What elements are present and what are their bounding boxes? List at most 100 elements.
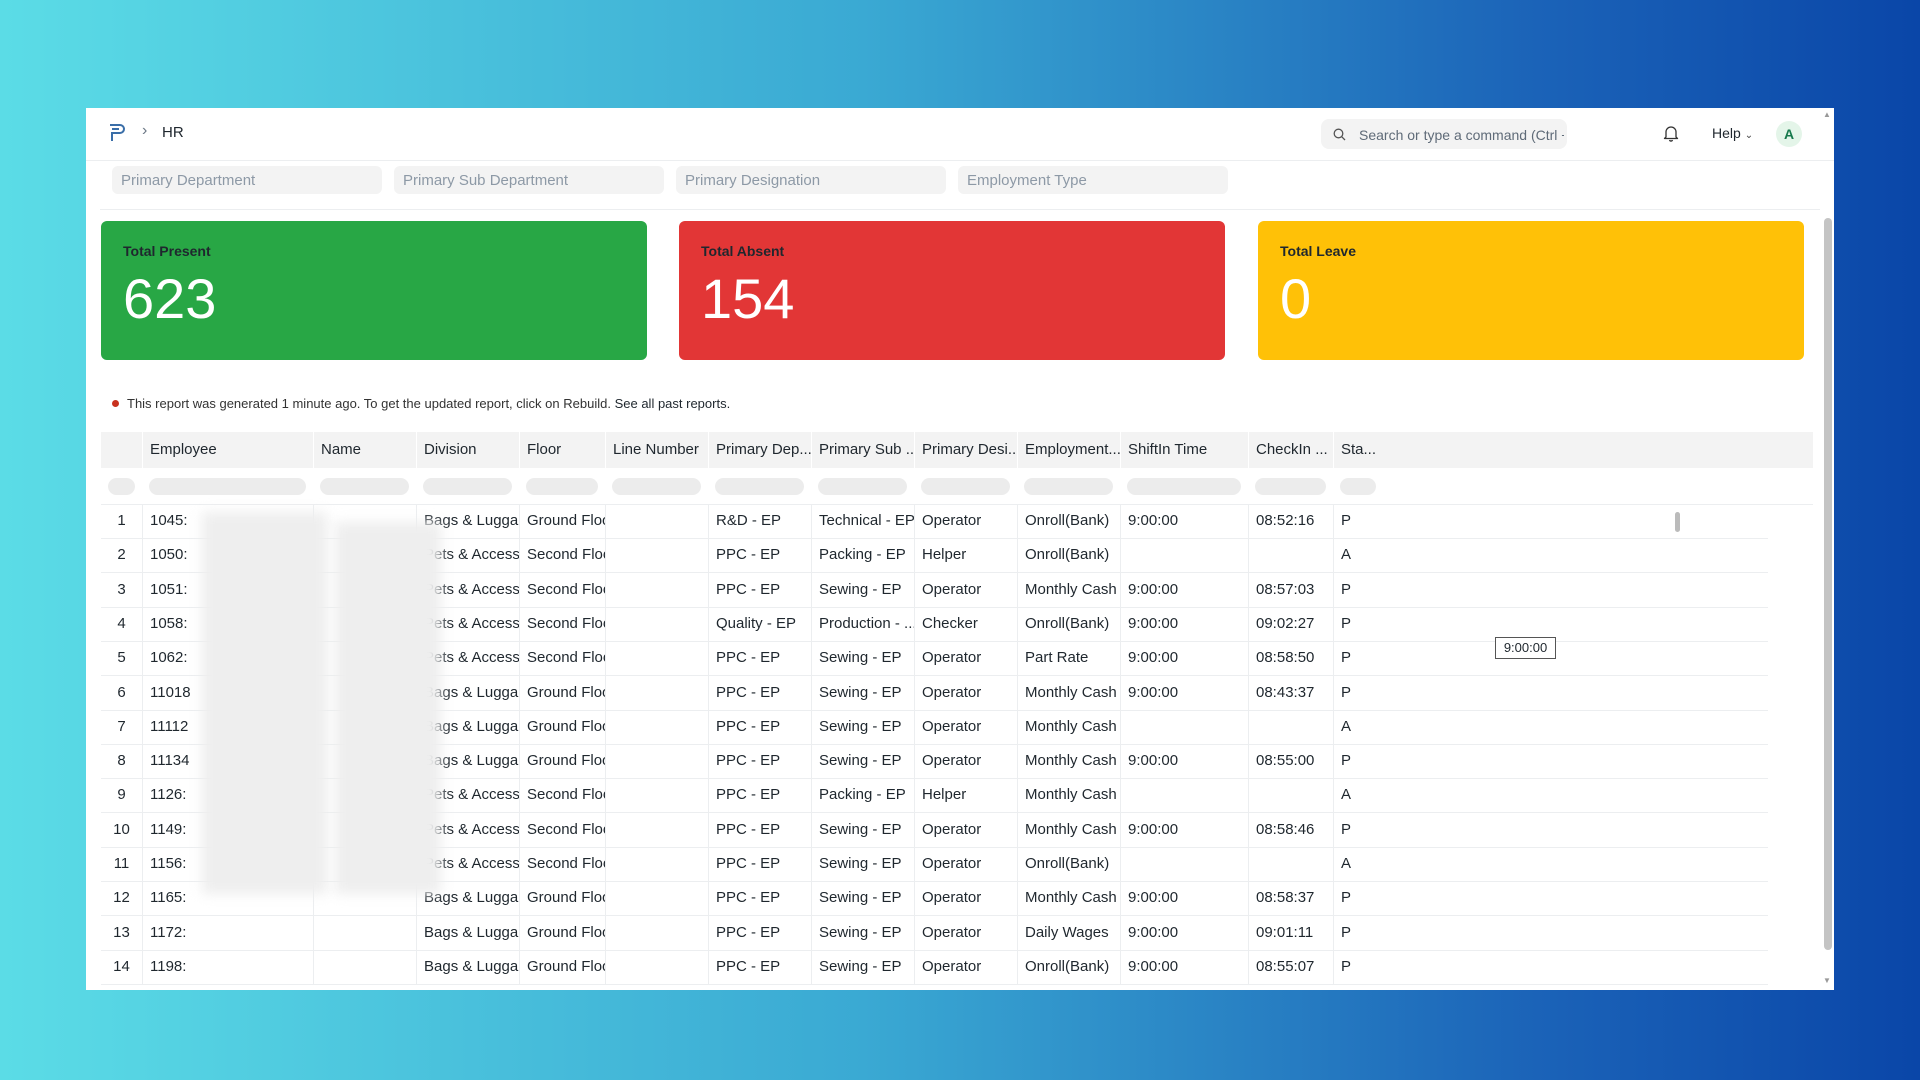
cell-primary-department[interactable]: PPC - EP <box>708 949 811 984</box>
column-filter-shiftin-time[interactable] <box>1127 478 1241 495</box>
cell-shiftin-time[interactable]: 9:00:00 <box>1120 812 1248 847</box>
cell-status[interactable]: A <box>1333 538 1383 573</box>
cell-primary-sub-department[interactable]: Sewing - EP <box>811 675 914 710</box>
breadcrumb-hr[interactable]: HR <box>162 124 184 141</box>
cell-primary-department[interactable]: R&D - EP <box>708 504 811 538</box>
cell-floor[interactable]: Ground Floor <box>519 915 605 950</box>
cell-floor[interactable]: Second Floor <box>519 641 605 676</box>
cell-division[interactable]: Bags & Lugga... <box>416 949 519 984</box>
cell-floor[interactable]: Second Floor <box>519 812 605 847</box>
cell-line-number[interactable] <box>605 504 708 538</box>
cell-status[interactable]: P <box>1333 915 1383 950</box>
cell-checkin-time[interactable] <box>1248 778 1333 813</box>
table-scrollbar[interactable] <box>1675 512 1680 532</box>
column-header-division[interactable]: Division <box>416 432 519 468</box>
column-header-primary-department[interactable]: Primary Dep... <box>708 432 811 468</box>
cell-checkin-time[interactable]: 08:57:03 <box>1248 572 1333 607</box>
table-row[interactable]: 131172: Bags & Lugga...Ground Floor PPC - … <box>101 915 1768 951</box>
cell-line-number[interactable] <box>605 675 708 710</box>
column-header-primary-designation[interactable]: Primary Desi... <box>914 432 1017 468</box>
cell-primary-sub-department[interactable]: Sewing - EP <box>811 572 914 607</box>
column-header-line-number[interactable]: Line Number <box>605 432 708 468</box>
cell-employment-type[interactable]: Monthly Cash <box>1017 675 1120 710</box>
cell-status[interactable]: P <box>1333 949 1383 984</box>
page-scrollbar[interactable] <box>1824 218 1832 950</box>
cell-primary-sub-department[interactable]: Technical - EP <box>811 504 914 538</box>
cell-primary-sub-department[interactable]: Sewing - EP <box>811 709 914 744</box>
cell-line-number[interactable] <box>605 606 708 641</box>
column-header-floor[interactable]: Floor <box>519 432 605 468</box>
column-header-primary-sub-department[interactable]: Primary Sub ... <box>811 432 914 468</box>
cell-shiftin-time[interactable]: 9:00:00 <box>1120 606 1248 641</box>
cell-primary-designation[interactable]: Checker <box>914 606 1017 641</box>
scroll-down-icon[interactable]: ▼ <box>1823 976 1831 985</box>
search-bar[interactable] <box>1321 119 1567 151</box>
cell-line-number[interactable] <box>605 812 708 847</box>
column-filter-primary-department[interactable] <box>715 478 804 495</box>
cell-floor[interactable]: Second Floor <box>519 538 605 573</box>
cell-employment-type[interactable]: Onroll(Bank) <box>1017 606 1120 641</box>
cell-shiftin-time[interactable]: 9:00:00 <box>1120 949 1248 984</box>
cell-line-number[interactable] <box>605 881 708 916</box>
cell-shiftin-time[interactable] <box>1120 847 1248 881</box>
column-filter-status[interactable] <box>1340 478 1376 495</box>
column-filter-primary-sub-department[interactable] <box>818 478 907 495</box>
cell-shiftin-time[interactable] <box>1120 538 1248 573</box>
cell-primary-department[interactable]: PPC - EP <box>708 915 811 950</box>
cell-shiftin-time[interactable] <box>1120 709 1248 744</box>
cell-floor[interactable]: Ground Floor <box>519 744 605 779</box>
cell-status[interactable]: A <box>1333 847 1383 881</box>
cell-primary-sub-department[interactable]: Packing - EP <box>811 778 914 813</box>
cell-name[interactable] <box>313 949 416 984</box>
cell-primary-department[interactable]: Quality - EP <box>708 606 811 641</box>
cell-primary-sub-department[interactable]: Sewing - EP <box>811 915 914 950</box>
cell-index[interactable]: 2 <box>101 538 142 572</box>
column-filter-primary-designation[interactable] <box>921 478 1010 495</box>
cell-primary-sub-department[interactable]: Sewing - EP <box>811 641 914 676</box>
frappe-logo-icon[interactable] <box>106 122 126 144</box>
cell-primary-designation[interactable]: Operator <box>914 915 1017 950</box>
cell-primary-sub-department[interactable]: Packing - EP <box>811 538 914 573</box>
cell-index[interactable]: 10 <box>101 813 142 847</box>
cell-line-number[interactable] <box>605 641 708 676</box>
cell-primary-department[interactable]: PPC - EP <box>708 538 811 573</box>
user-avatar[interactable]: A <box>1776 121 1802 147</box>
cell-checkin-time[interactable]: 08:58:50 <box>1248 641 1333 676</box>
cell-employment-type[interactable]: Monthly Cash <box>1017 778 1120 813</box>
cell-primary-designation[interactable]: Operator <box>914 881 1017 916</box>
cell-floor[interactable]: Second Floor <box>519 606 605 641</box>
cell-checkin-time[interactable]: 08:58:46 <box>1248 812 1333 847</box>
cell-index[interactable]: 9 <box>101 778 142 812</box>
cell-index[interactable]: 7 <box>101 710 142 744</box>
cell-status[interactable]: P <box>1333 881 1383 916</box>
cell-floor[interactable]: Second Floor <box>519 778 605 813</box>
cell-floor[interactable]: Ground Floor <box>519 709 605 744</box>
cell-shiftin-time[interactable]: 9:00:00 <box>1120 572 1248 607</box>
past-reports-link[interactable]: See all past reports. <box>615 396 731 411</box>
cell-primary-department[interactable]: PPC - EP <box>708 572 811 607</box>
cell-checkin-time[interactable] <box>1248 847 1333 881</box>
cell-shiftin-time[interactable]: 9:00:00 <box>1120 881 1248 916</box>
cell-employment-type[interactable]: Onroll(Bank) <box>1017 538 1120 573</box>
cell-line-number[interactable] <box>605 572 708 607</box>
cell-checkin-time[interactable] <box>1248 538 1333 573</box>
filter-primary-designation[interactable] <box>676 166 946 194</box>
search-input[interactable] <box>1357 119 1566 151</box>
cell-shiftin-time[interactable]: 9:00:00 <box>1120 744 1248 779</box>
cell-floor[interactable]: Ground Floor <box>519 881 605 916</box>
cell-employee[interactable]: 1172: <box>142 915 313 950</box>
cell-index[interactable]: 13 <box>101 916 142 950</box>
cell-index[interactable]: 6 <box>101 676 142 710</box>
column-header-employment-type[interactable]: Employment... <box>1017 432 1120 468</box>
column-filter-line-number[interactable] <box>612 478 701 495</box>
cell-division[interactable]: Bags & Lugga... <box>416 915 519 950</box>
table-row[interactable]: 141198: Bags & Lugga...Ground Floor PPC - … <box>101 949 1768 985</box>
cell-primary-department[interactable]: PPC - EP <box>708 812 811 847</box>
cell-employment-type[interactable]: Monthly Cash <box>1017 812 1120 847</box>
cell-index[interactable]: 3 <box>101 573 142 607</box>
column-filter-index[interactable] <box>108 478 135 495</box>
cell-floor[interactable]: Second Floor <box>519 847 605 881</box>
cell-index[interactable]: 5 <box>101 641 142 675</box>
cell-status[interactable]: P <box>1333 572 1383 607</box>
cell-status[interactable]: P <box>1333 675 1383 710</box>
